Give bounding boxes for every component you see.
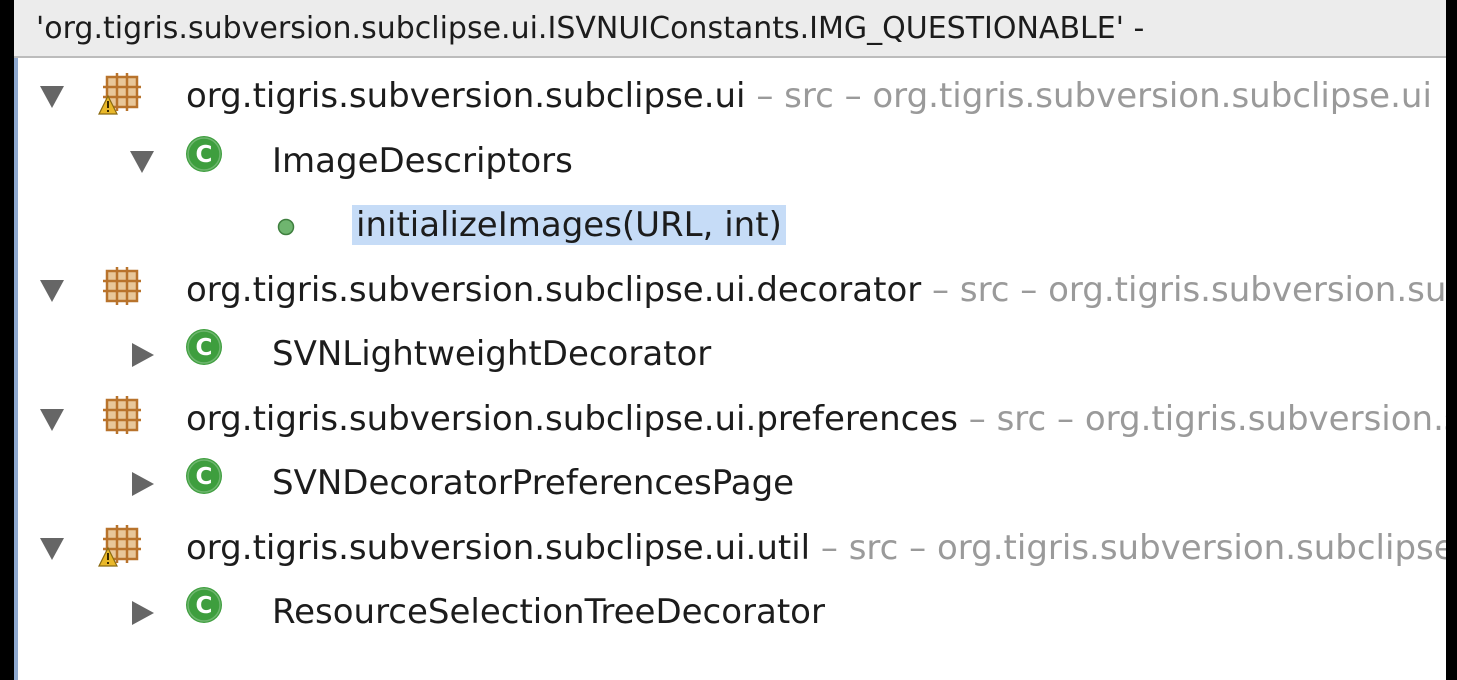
- tree-row-class[interactable]: C SVNDecoratorPreferencesPage: [14, 451, 1446, 515]
- element-qualifier: – src – org.tigris.subversion.subclipse.…: [932, 269, 1446, 310]
- package-warning-icon: [98, 70, 146, 122]
- expand-triangle-icon[interactable]: [132, 343, 154, 367]
- package-icon: [98, 393, 146, 445]
- class-icon: C: [184, 585, 224, 629]
- expand-triangle-icon[interactable]: [132, 601, 154, 625]
- tree-item-label: ImageDescriptors: [272, 139, 573, 183]
- package-icon: [98, 264, 146, 316]
- tree-row-class[interactable]: C SVNLightweightDecorator: [14, 322, 1446, 386]
- element-qualifier: – src – org.tigris.subversion.subclipse.…: [745, 76, 1432, 116]
- svg-text:C: C: [196, 335, 213, 361]
- tree-item-label: SVNLightweightDecorator: [272, 332, 711, 376]
- element-name: org.tigris.subversion.subclipse.ui: [186, 76, 746, 116]
- tree-row-class[interactable]: C ImageDescriptors: [14, 129, 1446, 193]
- tree-item-label: org.tigris.subversion.subclipse.ui.util …: [186, 526, 1446, 570]
- tree-item-label: org.tigris.subversion.subclipse.ui – src…: [186, 74, 1432, 118]
- element-name: org.tigris.subversion.subclipse.ui.decor…: [186, 269, 922, 310]
- tree-row-package[interactable]: org.tigris.subversion.subclipse.ui.util …: [14, 516, 1446, 580]
- class-icon: C: [184, 134, 224, 178]
- results-tree: org.tigris.subversion.subclipse.ui – src…: [14, 0, 1446, 680]
- collapse-triangle-icon[interactable]: [130, 150, 154, 173]
- package-warning-icon: [98, 522, 146, 574]
- element-name: org.tigris.subversion.subclipse.ui.prefe…: [186, 398, 958, 439]
- element-qualifier: – src – org.tigris.subversion.subclipse.…: [968, 398, 1446, 439]
- svg-text:C: C: [196, 464, 213, 490]
- tree-item-label: ResourceSelectionTreeDecorator: [272, 590, 825, 634]
- tree-row-package[interactable]: org.tigris.subversion.subclipse.ui.prefe…: [14, 387, 1446, 451]
- element-name: ImageDescriptors: [272, 140, 573, 181]
- collapse-triangle-icon[interactable]: [40, 537, 64, 560]
- element-name: SVNDecoratorPreferencesPage: [272, 463, 795, 503]
- tree-row-package[interactable]: org.tigris.subversion.subclipse.ui – src…: [14, 64, 1446, 128]
- element-name: initializeImages(URL, int): [352, 205, 786, 245]
- tree-row-method[interactable]: initializeImages(URL, int): [14, 193, 1446, 257]
- tree-row-class[interactable]: C ResourceSelectionTreeDecorator: [14, 580, 1446, 644]
- element-name: SVNLightweightDecorator: [272, 334, 712, 374]
- element-qualifier: – src – org.tigris.subversion.subclipse.…: [810, 527, 1446, 568]
- class-icon: C: [184, 327, 224, 371]
- collapse-triangle-icon[interactable]: [40, 86, 64, 108]
- tree-item-label: org.tigris.subversion.subclipse.ui.decor…: [186, 268, 1446, 312]
- tree-item-label: org.tigris.subversion.subclipse.ui.prefe…: [186, 397, 1446, 441]
- class-icon: C: [184, 456, 224, 500]
- collapse-triangle-icon[interactable]: [40, 408, 64, 431]
- expand-triangle-icon[interactable]: [132, 472, 154, 496]
- collapse-triangle-icon[interactable]: [40, 279, 64, 302]
- svg-text:C: C: [196, 593, 213, 619]
- tree-row-package[interactable]: org.tigris.subversion.subclipse.ui.decor…: [14, 258, 1446, 322]
- element-name: ResourceSelectionTreeDecorator: [272, 592, 825, 632]
- tree-item-label: initializeImages(URL, int): [352, 203, 786, 247]
- element-name: org.tigris.subversion.subclipse.ui.util: [186, 527, 811, 568]
- method-icon: [277, 218, 295, 240]
- search-results-view: 'org.tigris.subversion.subclipse.ui.ISVN…: [14, 0, 1446, 680]
- tree-item-label: SVNDecoratorPreferencesPage: [272, 461, 794, 505]
- svg-text:C: C: [196, 142, 213, 168]
